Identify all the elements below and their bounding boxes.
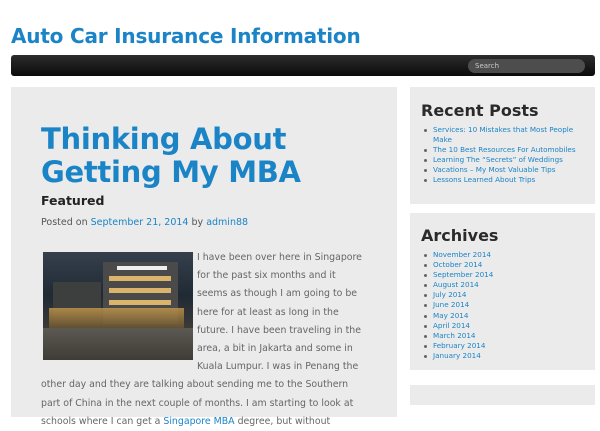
archive-link[interactable]: June 2014: [422, 300, 590, 310]
post-date-link[interactable]: September 21, 2014: [91, 217, 189, 228]
recent-post-link[interactable]: Services: 10 Mistakes that Most People M…: [422, 125, 590, 145]
recent-posts-list: Services: 10 Mistakes that Most People M…: [422, 125, 590, 186]
sidebar-widget: [410, 385, 595, 405]
archive-link[interactable]: November 2014: [422, 250, 590, 260]
recent-post-link[interactable]: The 10 Best Resources For Automobiles: [422, 145, 590, 155]
post-body-text-end: degree, but without: [237, 415, 331, 427]
archives-title: Archives: [421, 226, 499, 245]
archives-widget: Archives November 2014 October 2014 Sept…: [410, 213, 595, 370]
archive-link[interactable]: October 2014: [422, 260, 590, 270]
singapore-mba-link[interactable]: Singapore MBA: [163, 416, 234, 427]
site-title[interactable]: Auto Car Insurance Information: [11, 24, 361, 48]
archive-link[interactable]: May 2014: [422, 311, 590, 321]
recent-posts-widget: Recent Posts Services: 10 Mistakes that …: [410, 87, 595, 204]
recent-posts-title: Recent Posts: [421, 101, 539, 120]
recent-post-link[interactable]: Lessons Learned About Trips: [422, 175, 590, 185]
post-body: I have been over here in Singapore for t…: [41, 249, 364, 431]
featured-label: Featured: [41, 193, 105, 208]
recent-post-link[interactable]: Vacations – My Most Valuable Tips: [422, 165, 590, 175]
by-label: by: [191, 217, 204, 228]
post-meta: Posted on September 21, 2014 by admin88: [41, 217, 248, 228]
archives-list: November 2014 October 2014 September 201…: [422, 250, 590, 361]
archive-link[interactable]: January 2014: [422, 351, 590, 361]
archive-link[interactable]: February 2014: [422, 341, 590, 351]
posted-on-label: Posted on: [41, 217, 88, 228]
search-input[interactable]: [468, 59, 585, 73]
post-title[interactable]: Thinking About Getting My MBA: [41, 123, 351, 189]
archive-link[interactable]: March 2014: [422, 331, 590, 341]
archive-link[interactable]: August 2014: [422, 280, 590, 290]
archive-link[interactable]: April 2014: [422, 321, 590, 331]
archive-link[interactable]: July 2014: [422, 290, 590, 300]
archive-link[interactable]: September 2014: [422, 270, 590, 280]
author-link[interactable]: admin88: [206, 217, 248, 228]
recent-post-link[interactable]: Learning The “Secrets” of Weddings: [422, 155, 590, 165]
